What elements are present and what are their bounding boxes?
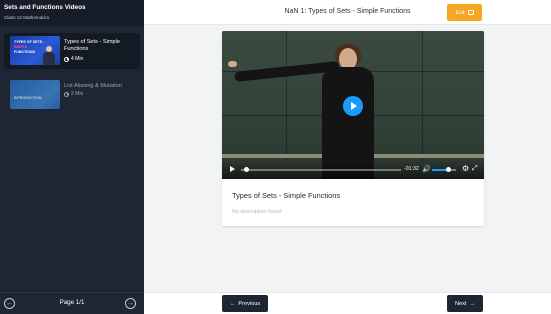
sidebar: Sets and Functions Videos Class 12 Mathe… (0, 0, 144, 314)
time-remaining: -01:32 (404, 166, 419, 172)
progress-knob[interactable] (244, 167, 250, 172)
volume-knob[interactable] (446, 167, 452, 172)
footer: ← Previous Next → (144, 292, 551, 314)
video-player[interactable]: -01:32 🔊 ⚙ ⤢ (222, 31, 484, 179)
video-thumbnail: TYPES OF SETS - SIMPLE FUNCTIONS (10, 36, 60, 65)
thumbnail-text: FUNCTIONS (14, 50, 35, 54)
duration: 2 Min (64, 91, 83, 97)
sidebar-header: Sets and Functions Videos Class 12 Mathe… (0, 0, 144, 26)
arrow-left-icon: ← (229, 300, 236, 307)
play-icon (351, 102, 357, 110)
clock-icon (64, 56, 69, 62)
page-label: Page 1/1 (59, 299, 85, 306)
clock-icon (64, 91, 69, 97)
sidebar-item-types-of-sets[interactable]: TYPES OF SETS - SIMPLE FUNCTIONS Types o… (4, 33, 140, 69)
next-label: Next (454, 300, 467, 307)
page-title: NaN 1: Types of Sets - Simple Functions (284, 8, 411, 15)
thumbnail-text: SIMPLE (14, 45, 28, 49)
video-thumbnail: INTRODUCTION (10, 80, 60, 109)
volume-slider[interactable] (432, 169, 456, 171)
sidebar-title: Sets and Functions Videos (4, 4, 86, 11)
sidebar-item-label: Types of Sets - Simple Functions (64, 39, 120, 52)
previous-button[interactable]: ← Previous (222, 295, 268, 312)
duration: 4 Min (64, 56, 83, 62)
volume-icon[interactable]: 🔊 (422, 166, 431, 173)
thumbnail-text: INTRODUCTION (14, 96, 42, 100)
sidebar-item-list-aliasing[interactable]: INTRODUCTION List Aliasing & Mutation 2 … (4, 77, 140, 113)
play-button[interactable] (343, 96, 363, 116)
presenter-image (43, 45, 55, 65)
exit-button[interactable]: Exit (447, 4, 482, 21)
header: NaN 1: Types of Sets - Simple Functions … (144, 0, 551, 25)
duration-text: 2 Min (71, 91, 84, 97)
duration-text: 4 Min (71, 56, 84, 62)
sidebar-item-label: List Aliasing & Mutation (64, 83, 122, 89)
play-icon[interactable] (230, 166, 235, 172)
thumbnail-text: TYPES OF SETS - (14, 40, 45, 44)
exit-icon (467, 10, 474, 15)
sidebar-pagination: ← Page 1/1 → (0, 292, 144, 314)
video-card: -01:32 🔊 ⚙ ⤢ Types of Sets - Simple Func… (222, 31, 484, 226)
sidebar-subtitle: Class 12 Mathematics (4, 15, 50, 20)
video-description: No description found (232, 209, 282, 215)
next-button[interactable]: Next → (447, 295, 483, 312)
gear-icon[interactable]: ⚙ (462, 165, 469, 173)
exit-label: Exit (455, 9, 465, 16)
video-title: Types of Sets - Simple Functions (232, 191, 341, 200)
video-controls: -01:32 🔊 ⚙ ⤢ (222, 161, 484, 179)
fullscreen-icon[interactable]: ⤢ (472, 165, 478, 173)
progress-bar[interactable] (241, 169, 401, 171)
arrow-right-circle-icon[interactable]: → (125, 298, 136, 309)
arrow-right-icon: → (469, 300, 476, 307)
previous-label: Previous (238, 300, 261, 307)
